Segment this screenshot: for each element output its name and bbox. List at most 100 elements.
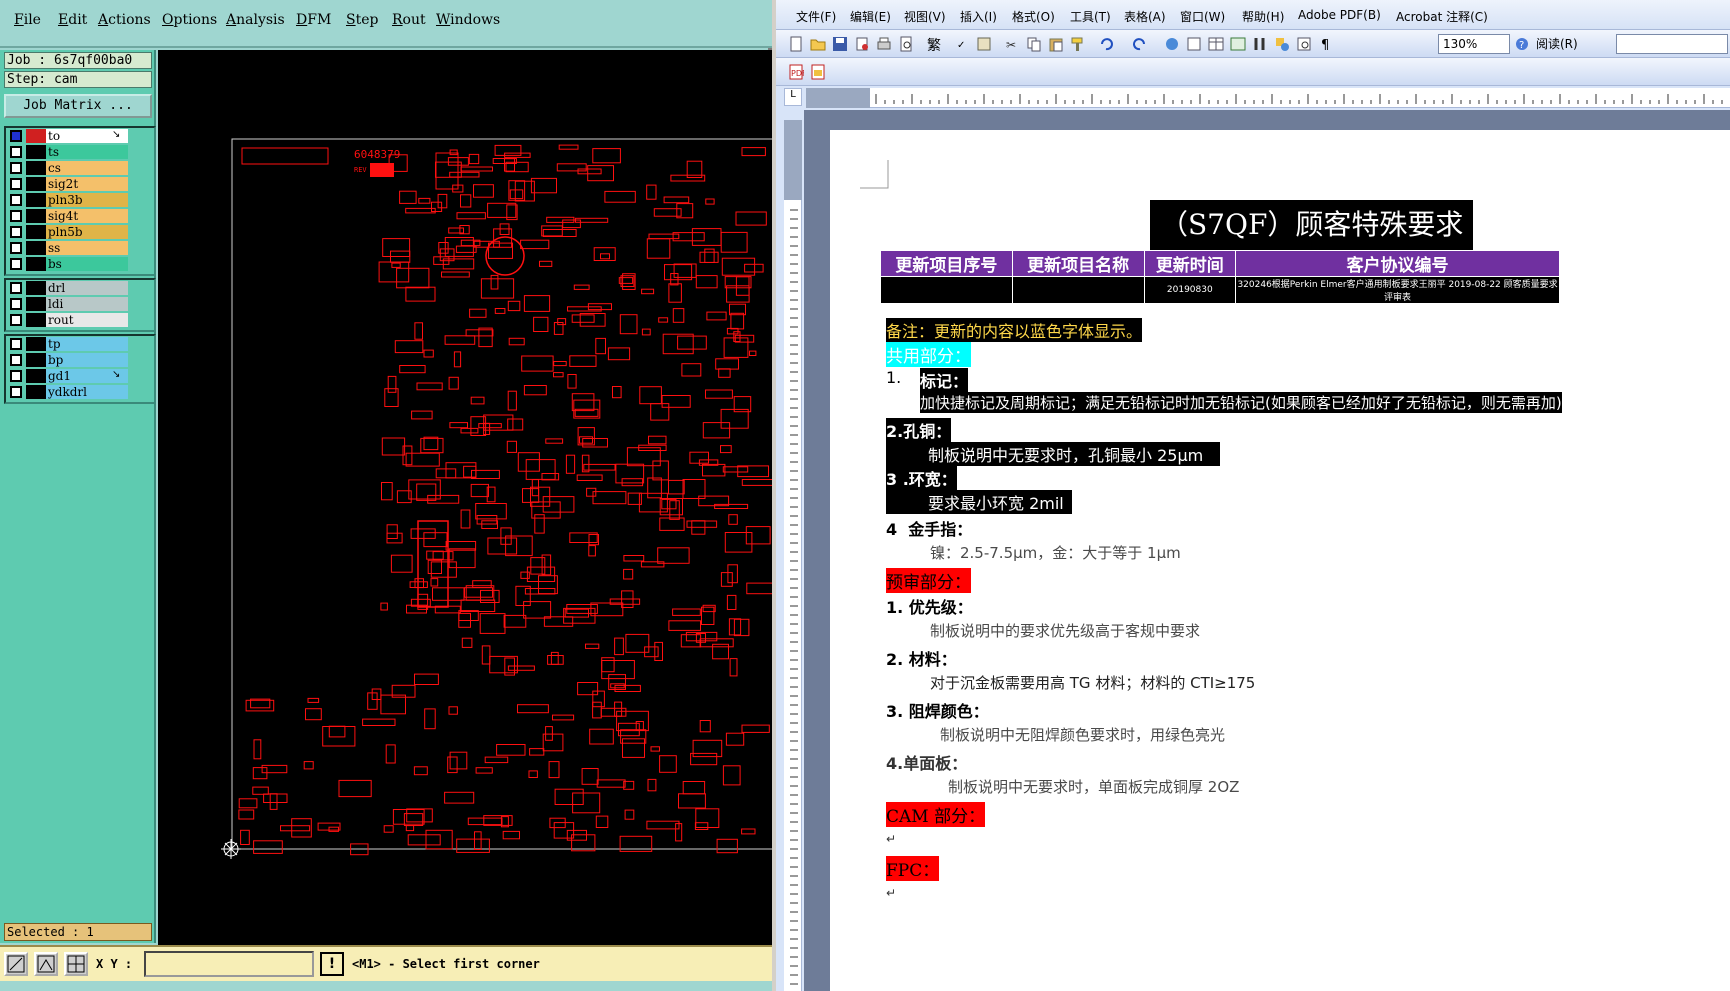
layer-color-swatch[interactable] bbox=[26, 313, 46, 327]
open-folder-icon[interactable] bbox=[810, 36, 826, 52]
layer-checkbox[interactable] bbox=[10, 178, 22, 190]
word-menu-file[interactable]: 文件(F) bbox=[796, 8, 836, 25]
measure-icon[interactable] bbox=[34, 952, 58, 976]
cam-menu-actions[interactable]: Actions bbox=[98, 12, 151, 28]
layer-color-swatch[interactable] bbox=[26, 177, 46, 191]
layer-name[interactable]: drl bbox=[46, 281, 128, 295]
cam-menu-windows[interactable]: Windows bbox=[436, 12, 500, 28]
columns-icon[interactable] bbox=[1252, 36, 1268, 52]
warning-button[interactable]: ! bbox=[320, 952, 344, 976]
layer-row-to[interactable]: to ↘ bbox=[6, 128, 154, 144]
layer-row-ts[interactable]: ts bbox=[6, 144, 154, 160]
traditional-chinese-icon[interactable]: 繁 bbox=[926, 36, 942, 52]
layer-color-swatch[interactable] bbox=[26, 337, 46, 351]
layer-name[interactable]: ss bbox=[46, 241, 128, 255]
layer-row-cs[interactable]: cs bbox=[6, 160, 154, 176]
layer-checkbox[interactable] bbox=[10, 282, 22, 294]
research-icon[interactable] bbox=[976, 36, 992, 52]
word-menu-adobe-pdf[interactable]: Adobe PDF(B) bbox=[1298, 8, 1381, 22]
cam-menu-file[interactable]: File bbox=[14, 12, 41, 28]
layer-row-sig4t[interactable]: sig4t bbox=[6, 208, 154, 224]
undo-icon[interactable] bbox=[1098, 36, 1114, 52]
layer-row-sig2t[interactable]: sig2t bbox=[6, 176, 154, 192]
read-mode-button[interactable]: 阅读(R) bbox=[1536, 35, 1578, 52]
layer-checkbox[interactable] bbox=[10, 354, 22, 366]
pdf-email-icon[interactable] bbox=[810, 64, 826, 80]
tables-borders-icon[interactable] bbox=[1186, 36, 1202, 52]
print-preview-icon[interactable] bbox=[898, 36, 914, 52]
layer-color-swatch[interactable] bbox=[26, 209, 46, 223]
layer-name[interactable]: rout bbox=[46, 313, 128, 327]
layer-checkbox[interactable] bbox=[10, 130, 22, 142]
toolbar-search-box[interactable] bbox=[1616, 34, 1728, 54]
paste-icon[interactable] bbox=[1048, 36, 1064, 52]
drawing-icon[interactable] bbox=[1274, 36, 1290, 52]
layer-row-pln5b[interactable]: pln5b bbox=[6, 224, 154, 240]
cam-menu-analysis[interactable]: Analysis bbox=[226, 12, 285, 28]
tab-selector-icon[interactable]: L bbox=[784, 88, 802, 106]
layer-row-bs[interactable]: bs bbox=[6, 256, 154, 272]
word-menu-view[interactable]: 视图(V) bbox=[904, 8, 946, 25]
redo-icon[interactable] bbox=[1132, 36, 1148, 52]
layer-checkbox[interactable] bbox=[10, 210, 22, 222]
layer-checkbox[interactable] bbox=[10, 258, 22, 270]
layer-row-gd1[interactable]: gd1 ↘ bbox=[6, 368, 154, 384]
cam-menu-edit[interactable]: Edit bbox=[58, 12, 87, 28]
format-painter-icon[interactable] bbox=[1070, 36, 1086, 52]
vertical-ruler[interactable] bbox=[784, 120, 802, 991]
layer-name[interactable]: ldi bbox=[46, 297, 128, 311]
layer-name[interactable]: pln5b bbox=[46, 225, 128, 239]
print-icon[interactable] bbox=[876, 36, 892, 52]
convert-to-pdf-icon[interactable]: PDF bbox=[788, 64, 804, 80]
layer-checkbox[interactable] bbox=[10, 146, 22, 158]
zoom-area-icon[interactable] bbox=[4, 952, 28, 976]
layer-row-ydkdrl[interactable]: ydkdrl bbox=[6, 384, 154, 400]
word-menu-edit[interactable]: 编辑(E) bbox=[850, 8, 891, 25]
word-menu-window[interactable]: 窗口(W) bbox=[1180, 8, 1225, 25]
layer-name[interactable]: cs bbox=[46, 161, 128, 175]
layer-name[interactable]: sig4t bbox=[46, 209, 128, 223]
permission-icon[interactable] bbox=[854, 36, 870, 52]
layer-checkbox[interactable] bbox=[10, 314, 22, 326]
layer-name[interactable]: ydkdrl bbox=[46, 385, 128, 399]
word-menu-insert[interactable]: 插入(I) bbox=[960, 8, 997, 25]
cam-menu-dfm[interactable]: DFM bbox=[296, 12, 331, 28]
layer-checkbox[interactable] bbox=[10, 370, 22, 382]
layer-color-swatch[interactable] bbox=[26, 193, 46, 207]
word-menu-tools[interactable]: 工具(T) bbox=[1070, 8, 1111, 25]
layer-color-swatch[interactable] bbox=[26, 161, 46, 175]
layer-color-swatch[interactable] bbox=[26, 257, 46, 271]
xy-coordinate-input[interactable] bbox=[144, 951, 314, 977]
layer-checkbox[interactable] bbox=[10, 338, 22, 350]
document-page[interactable]: （S7QF）顾客特殊要求 更新项目序号 更新项目名称 更新时间 客户协议编号 2… bbox=[830, 130, 1730, 991]
show-hide-icon[interactable]: ¶ bbox=[1318, 36, 1334, 52]
job-matrix-button[interactable]: Job Matrix ... bbox=[4, 94, 152, 118]
layer-color-swatch[interactable] bbox=[26, 385, 46, 399]
help-icon[interactable]: ? bbox=[1514, 36, 1530, 52]
layer-name[interactable]: bp bbox=[46, 353, 128, 367]
layer-row-ldi[interactable]: ldi bbox=[6, 296, 154, 312]
layer-color-swatch[interactable] bbox=[26, 297, 46, 311]
layer-row-bp[interactable]: bp bbox=[6, 352, 154, 368]
horizontal-ruler[interactable] bbox=[806, 88, 1730, 108]
copy-icon[interactable] bbox=[1026, 36, 1042, 52]
layer-checkbox[interactable] bbox=[10, 386, 22, 398]
cam-menu-options[interactable]: Options bbox=[162, 12, 217, 28]
layer-checkbox[interactable] bbox=[10, 194, 22, 206]
layer-checkbox[interactable] bbox=[10, 242, 22, 254]
layer-color-swatch[interactable] bbox=[26, 281, 46, 295]
spelling-icon[interactable]: ✓ bbox=[956, 36, 972, 52]
word-menu-acrobat-comments[interactable]: Acrobat 注释(C) bbox=[1396, 8, 1488, 25]
layer-checkbox[interactable] bbox=[10, 226, 22, 238]
save-icon[interactable] bbox=[832, 36, 848, 52]
zoom-select[interactable]: 130% bbox=[1438, 34, 1510, 54]
new-document-icon[interactable] bbox=[788, 36, 804, 52]
layer-name[interactable]: ts bbox=[46, 145, 128, 159]
layer-checkbox[interactable] bbox=[10, 298, 22, 310]
layer-checkbox[interactable] bbox=[10, 162, 22, 174]
layer-color-swatch[interactable] bbox=[26, 241, 46, 255]
cut-icon[interactable]: ✂ bbox=[1004, 36, 1020, 52]
cam-menu-step[interactable]: Step bbox=[346, 12, 378, 28]
word-menu-format[interactable]: 格式(O) bbox=[1012, 8, 1055, 25]
layer-color-swatch[interactable] bbox=[26, 129, 46, 143]
